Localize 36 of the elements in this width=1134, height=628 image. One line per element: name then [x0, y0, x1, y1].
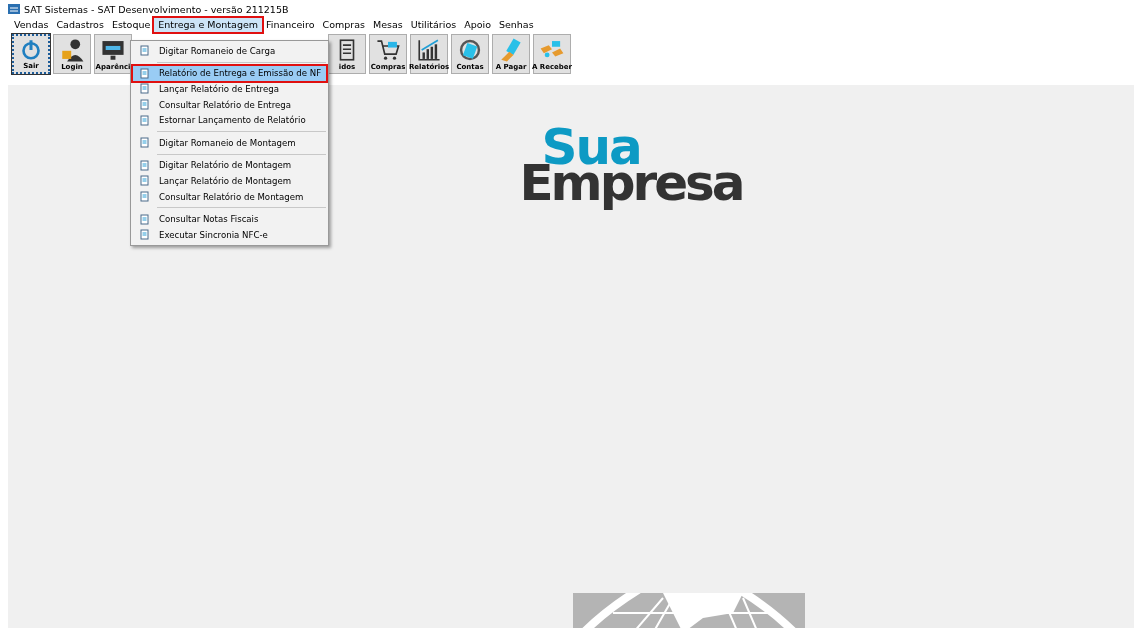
menu-item[interactable]: Lançar Relatório de Montagem [133, 173, 326, 189]
cart-icon [374, 37, 402, 63]
menu-item[interactable]: Entrega e Montagem [154, 18, 262, 32]
menu-item[interactable]: Consultar Relatório de Montagem [133, 188, 326, 205]
menu-item[interactable]: Estoque [107, 18, 155, 32]
menu-item[interactable]: Digitar Relatório de Montagem [133, 157, 326, 174]
window-title: SAT Sistemas - SAT Desenvolvimento - versão 211215B [24, 3, 289, 15]
document-icon [139, 114, 150, 126]
document-icon [139, 99, 150, 111]
menu-item[interactable]: Cadastros [52, 18, 108, 32]
document-icon [139, 137, 150, 149]
menu-item[interactable]: Executar Sincronia NFC-e [133, 226, 326, 243]
menu-item[interactable]: Consultar Relatório de Entrega [133, 96, 326, 113]
menu-item[interactable]: Lançar Relatório de Entrega [133, 81, 326, 97]
document-icon [139, 229, 150, 241]
document-icon [139, 159, 150, 171]
menu-item[interactable]: Relatório de Entrega e Emissão de NF [133, 65, 326, 82]
document-icon [139, 191, 150, 203]
document-icon [139, 83, 150, 95]
document-icon [139, 67, 150, 79]
menu-item[interactable]: Estornar Lançamento de Relatório [133, 112, 326, 128]
menu-item[interactable]: Digitar Romaneio de Carga [133, 43, 326, 59]
document-icon [139, 175, 150, 187]
document-icon [139, 45, 150, 57]
chart-icon [415, 37, 443, 63]
menu-item[interactable]: Utilitários [406, 18, 461, 32]
menu-item[interactable]: Compras [318, 18, 369, 32]
app-icon [8, 4, 20, 14]
menu-item[interactable]: Apoio [460, 18, 495, 32]
document-icon [139, 213, 150, 225]
menu-item[interactable]: Digitar Romaneio de Montagem [133, 134, 326, 151]
menu-item[interactable]: Mesas [368, 18, 407, 32]
menu-item[interactable]: Consultar Notas Fiscais [133, 211, 326, 227]
menu-item[interactable]: Senhas [494, 18, 538, 32]
menu-item[interactable]: Financeiro [262, 18, 319, 32]
menu-item[interactable]: Vendas [10, 18, 53, 32]
